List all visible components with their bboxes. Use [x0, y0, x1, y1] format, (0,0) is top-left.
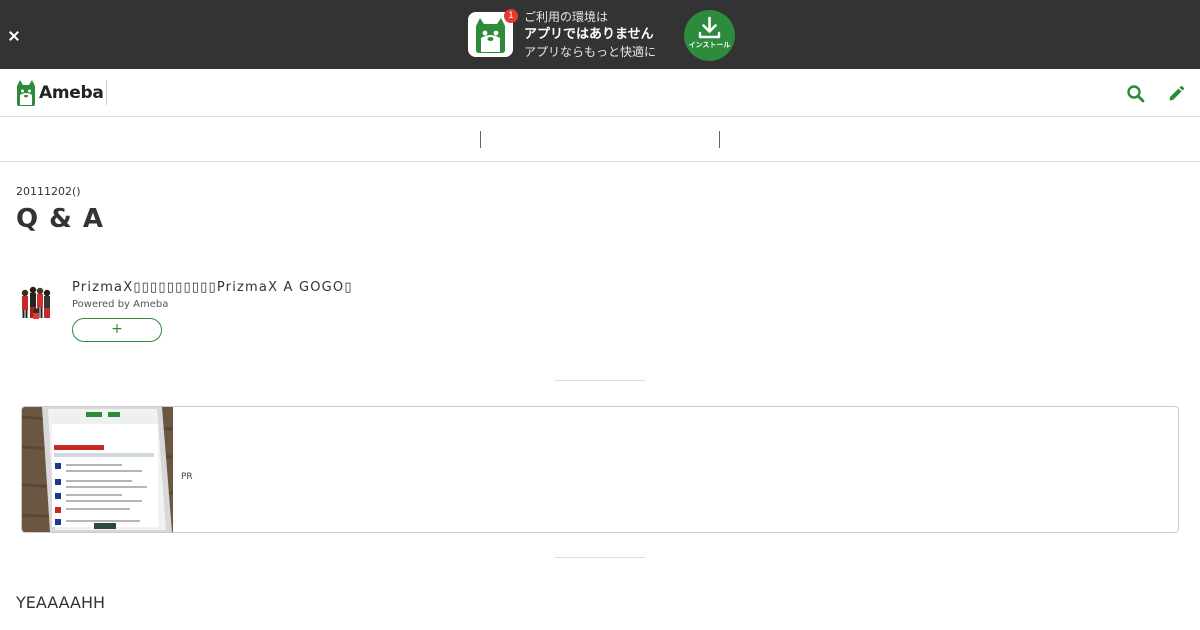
- install-label: インストール: [688, 41, 731, 49]
- search-button[interactable]: [1126, 84, 1146, 104]
- entry-date: 20111202(): [16, 185, 81, 198]
- divider-line: [555, 557, 645, 558]
- notification-badge: 1: [504, 9, 518, 23]
- entry-title: Q & A: [16, 204, 105, 234]
- powered-by-text: Powered by Ameba: [72, 299, 169, 310]
- search-icon: [1127, 85, 1145, 103]
- logo-text: Ameba: [39, 83, 104, 103]
- entry-body-text: YEAAAAHH: [16, 593, 106, 612]
- follow-button[interactable]: +: [72, 318, 162, 342]
- ad-image: [22, 407, 174, 532]
- promo-line-3: アプリならもっと快適に: [524, 45, 657, 59]
- close-icon[interactable]: [5, 27, 23, 45]
- ad-pr-label: PR: [181, 472, 193, 482]
- author-name[interactable]: PrizmaX▯▯▯▯▯▯▯▯▯▯PrizmaX A GOGO▯: [72, 280, 353, 295]
- nav-separator: [480, 131, 481, 148]
- download-icon: [698, 16, 721, 39]
- author-avatar[interactable]: [16, 281, 56, 321]
- divider-line: [555, 380, 645, 381]
- site-header: Ameba: [0, 69, 1200, 117]
- blog-nav: [0, 117, 1200, 162]
- install-button[interactable]: インストール: [684, 10, 735, 61]
- header-divider: [106, 80, 107, 105]
- ameba-logo[interactable]: Ameba: [16, 79, 104, 107]
- write-post-button[interactable]: [1166, 84, 1186, 104]
- app-promo-banner: 1 ご利用の環境は アプリではありません アプリならもっと快適に インストール: [0, 0, 1200, 69]
- ameba-logo-icon: [17, 80, 35, 106]
- ad-card[interactable]: PR: [21, 406, 1179, 533]
- promo-line-1: ご利用の環境は: [524, 10, 609, 24]
- nav-separator: [719, 131, 720, 148]
- promo-line-2: アプリではありません: [524, 27, 654, 42]
- promo-message: ご利用の環境は アプリではありません アプリならもっと快適に: [524, 9, 656, 60]
- pencil-icon: [1169, 85, 1185, 101]
